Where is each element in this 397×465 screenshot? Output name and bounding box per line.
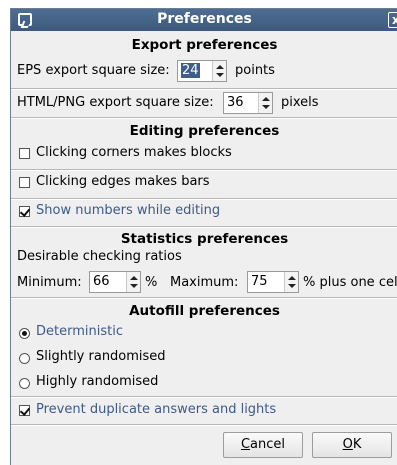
html-size-value[interactable]: 36: [227, 95, 244, 110]
checking-ratios-label: Desirable checking ratios: [17, 249, 182, 264]
spin-up-icon[interactable]: [130, 276, 138, 280]
eps-unit-label: points: [235, 63, 275, 78]
divider: [11, 424, 397, 426]
minimum-label: Minimum:: [17, 275, 82, 290]
deterministic-radio[interactable]: [19, 328, 30, 339]
maximum-unit-label: % plus one cel: [303, 275, 397, 290]
preferences-dialog: Preferences x Export preferences EPS exp…: [10, 8, 397, 465]
eps-size-value[interactable]: 24: [181, 63, 200, 78]
divider: [11, 117, 397, 119]
statistics-heading: Statistics preferences: [120, 231, 289, 247]
html-spin-arrows[interactable]: [258, 93, 272, 113]
editing-heading: Editing preferences: [129, 123, 280, 139]
divider: [11, 198, 397, 200]
maximum-spin-arrows[interactable]: [284, 272, 298, 292]
prevent-duplicates-label[interactable]: Prevent duplicate answers and lights: [36, 402, 276, 417]
corners-option-label[interactable]: Clicking corners makes blocks: [36, 145, 232, 160]
corners-checkbox[interactable]: [19, 148, 30, 159]
spin-down-icon[interactable]: [262, 105, 270, 109]
window-title: Preferences: [157, 11, 252, 27]
minimum-spin-arrows[interactable]: [126, 272, 140, 292]
cancel-label: ancel: [250, 437, 286, 452]
slightly-randomised-label[interactable]: Slightly randomised: [36, 349, 166, 364]
minimum-spinner[interactable]: 66: [89, 271, 141, 293]
ok-label: K: [352, 437, 362, 452]
title-bar: Preferences x: [11, 9, 397, 31]
autofill-heading: Autofill preferences: [129, 303, 280, 319]
divider: [11, 226, 397, 228]
divider: [11, 297, 397, 299]
minimum-unit-label: %: [145, 275, 158, 290]
deterministic-label[interactable]: Deterministic: [36, 324, 123, 339]
slightly-randomised-radio[interactable]: [19, 353, 30, 364]
export-heading: Export preferences: [131, 37, 278, 53]
prevent-duplicates-checkbox[interactable]: [19, 405, 30, 416]
maximum-spinner[interactable]: 75: [247, 271, 299, 293]
eps-size-spinner[interactable]: 24: [177, 60, 227, 82]
highly-randomised-label[interactable]: Highly randomised: [36, 374, 158, 389]
ok-mnemonic: O: [342, 437, 353, 452]
maximum-label: Maximum:: [170, 275, 239, 290]
divider: [11, 88, 397, 90]
html-size-label: HTML/PNG export square size:: [17, 95, 214, 110]
minimum-value[interactable]: 66: [93, 274, 110, 289]
show-numbers-checkbox[interactable]: [19, 206, 30, 217]
spin-down-icon[interactable]: [130, 284, 138, 288]
spin-down-icon[interactable]: [216, 73, 224, 77]
close-icon[interactable]: x: [388, 12, 397, 28]
spin-down-icon[interactable]: [288, 284, 296, 288]
edges-checkbox[interactable]: [19, 177, 30, 188]
html-size-spinner[interactable]: 36: [223, 92, 273, 114]
spin-up-icon[interactable]: [216, 65, 224, 69]
highly-randomised-radio[interactable]: [19, 378, 30, 389]
eps-size-label: EPS export square size:: [17, 63, 170, 78]
maximum-value[interactable]: 75: [251, 274, 268, 289]
eps-spin-arrows[interactable]: [212, 61, 226, 81]
spin-up-icon[interactable]: [262, 97, 270, 101]
spin-up-icon[interactable]: [288, 276, 296, 280]
divider: [11, 396, 397, 398]
cancel-button[interactable]: Cancel: [223, 432, 303, 458]
ok-button[interactable]: OK: [312, 432, 392, 458]
cancel-mnemonic: C: [240, 437, 251, 452]
edges-option-label[interactable]: Clicking edges makes bars: [36, 174, 210, 189]
show-numbers-option-label[interactable]: Show numbers while editing: [36, 203, 220, 218]
html-unit-label: pixels: [281, 95, 319, 110]
divider: [11, 169, 397, 171]
